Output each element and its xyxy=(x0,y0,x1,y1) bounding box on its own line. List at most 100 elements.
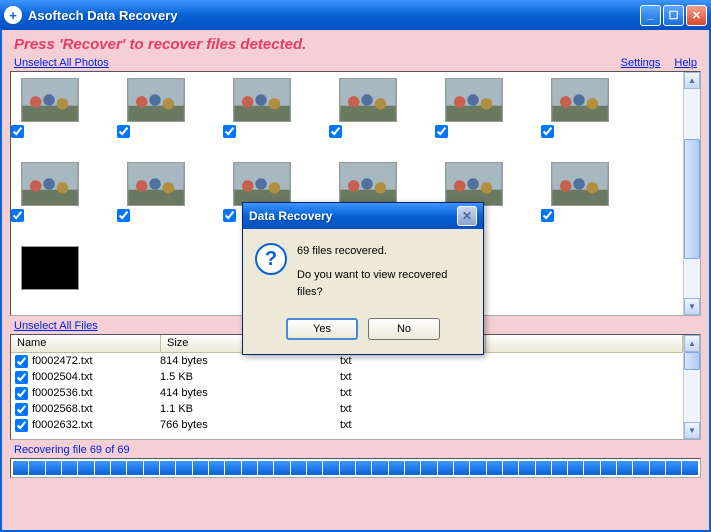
progress-bar xyxy=(10,458,701,478)
no-button[interactable]: No xyxy=(368,318,440,340)
scroll-up-button[interactable]: ▲ xyxy=(684,72,700,89)
progress-segment xyxy=(568,461,583,475)
progress-segment xyxy=(536,461,551,475)
file-size: 766 bytes xyxy=(160,419,340,431)
progress-segment xyxy=(13,461,28,475)
progress-segment xyxy=(552,461,567,475)
photo-thumbnail[interactable] xyxy=(551,162,609,206)
photo-thumbnail[interactable] xyxy=(21,162,79,206)
unselect-all-files-link[interactable]: Unselect All Files xyxy=(14,320,98,332)
column-name[interactable]: Name xyxy=(11,335,161,352)
progress-segment xyxy=(601,461,616,475)
progress-label: Recovering file 69 of 69 xyxy=(14,444,697,456)
progress-segment xyxy=(617,461,632,475)
photo-checkbox[interactable] xyxy=(329,125,342,138)
file-row[interactable]: f0002536.txt414 bytestxt xyxy=(11,385,683,401)
file-checkbox[interactable] xyxy=(15,403,28,416)
app-icon: + xyxy=(4,6,22,24)
file-extension: txt xyxy=(340,387,480,399)
progress-segment xyxy=(46,461,61,475)
photo-thumbnail[interactable] xyxy=(127,162,185,206)
file-name: f0002504.txt xyxy=(32,371,160,383)
progress-segment xyxy=(470,461,485,475)
progress-segment xyxy=(633,461,648,475)
dialog-titlebar: Data Recovery ✕ xyxy=(243,203,483,229)
progress-segment xyxy=(682,461,697,475)
progress-segment xyxy=(372,461,387,475)
files-scrollbar[interactable]: ▲ ▼ xyxy=(683,335,700,439)
progress-segment xyxy=(209,461,224,475)
progress-segment xyxy=(666,461,681,475)
photo-thumbnail[interactable] xyxy=(21,78,79,122)
photo-thumbnail[interactable] xyxy=(339,162,397,206)
titlebar: + Asoftech Data Recovery _ ☐ ✕ xyxy=(0,0,711,30)
help-link[interactable]: Help xyxy=(674,57,697,69)
file-extension: txt xyxy=(340,403,480,415)
progress-segment xyxy=(95,461,110,475)
instruction-text: Press 'Recover' to recover files detecte… xyxy=(14,36,697,53)
progress-segment xyxy=(242,461,257,475)
progress-segment xyxy=(144,461,159,475)
close-button[interactable]: ✕ xyxy=(686,5,707,26)
maximize-button[interactable]: ☐ xyxy=(663,5,684,26)
progress-segment xyxy=(274,461,289,475)
file-row[interactable]: f0002472.txt814 bytestxt xyxy=(11,353,683,369)
file-size: 1.1 KB xyxy=(160,403,340,415)
photo-checkbox[interactable] xyxy=(11,209,24,222)
photo-thumbnail[interactable] xyxy=(445,78,503,122)
progress-segment xyxy=(111,461,126,475)
photo-checkbox[interactable] xyxy=(117,125,130,138)
scroll-up-button[interactable]: ▲ xyxy=(684,335,700,352)
photo-checkbox[interactable] xyxy=(11,125,24,138)
photo-thumbnail[interactable] xyxy=(445,162,503,206)
photo-thumbnail[interactable] xyxy=(551,78,609,122)
file-checkbox[interactable] xyxy=(15,355,28,368)
minimize-button[interactable]: _ xyxy=(640,5,661,26)
file-checkbox[interactable] xyxy=(15,371,28,384)
photo-scrollbar[interactable]: ▲ ▼ xyxy=(683,72,700,315)
photo-checkbox[interactable] xyxy=(541,125,554,138)
yes-button[interactable]: Yes xyxy=(286,318,358,340)
scroll-thumb[interactable] xyxy=(684,352,700,370)
progress-segment xyxy=(340,461,355,475)
progress-segment xyxy=(193,461,208,475)
window-title: Asoftech Data Recovery xyxy=(28,8,640,23)
scroll-down-button[interactable]: ▼ xyxy=(684,422,700,439)
file-size: 414 bytes xyxy=(160,387,340,399)
photo-checkbox[interactable] xyxy=(117,209,130,222)
photo-checkbox[interactable] xyxy=(223,209,236,222)
progress-segment xyxy=(356,461,371,475)
dialog-close-button[interactable]: ✕ xyxy=(457,206,477,226)
file-checkbox[interactable] xyxy=(15,387,28,400)
progress-segment xyxy=(323,461,338,475)
progress-segment xyxy=(225,461,240,475)
progress-segment xyxy=(438,461,453,475)
file-row[interactable]: f0002568.txt1.1 KBtxt xyxy=(11,401,683,417)
progress-segment xyxy=(487,461,502,475)
file-size: 1.5 KB xyxy=(160,371,340,383)
progress-segment xyxy=(127,461,142,475)
file-name: f0002632.txt xyxy=(32,419,160,431)
settings-link[interactable]: Settings xyxy=(621,57,661,69)
file-name: f0002536.txt xyxy=(32,387,160,399)
photo-thumbnail[interactable] xyxy=(233,78,291,122)
photo-thumbnail[interactable] xyxy=(233,162,291,206)
scroll-thumb[interactable] xyxy=(684,139,700,259)
file-checkbox[interactable] xyxy=(15,419,28,432)
dialog-message-2: Do you want to view recovered files? xyxy=(297,267,471,302)
file-row[interactable]: f0002632.txt766 bytestxt xyxy=(11,417,683,433)
progress-segment xyxy=(454,461,469,475)
photo-checkbox[interactable] xyxy=(223,125,236,138)
photo-thumbnail[interactable] xyxy=(127,78,185,122)
dialog-message-1: 69 files recovered. xyxy=(297,243,471,261)
photo-checkbox[interactable] xyxy=(541,209,554,222)
file-row[interactable]: f0002504.txt1.5 KBtxt xyxy=(11,369,683,385)
progress-segment xyxy=(503,461,518,475)
photo-thumbnail[interactable] xyxy=(21,246,79,290)
photo-thumbnail[interactable] xyxy=(339,78,397,122)
progress-segment xyxy=(307,461,322,475)
file-extension: txt xyxy=(340,355,480,367)
scroll-down-button[interactable]: ▼ xyxy=(684,298,700,315)
unselect-all-photos-link[interactable]: Unselect All Photos xyxy=(14,57,109,69)
photo-checkbox[interactable] xyxy=(435,125,448,138)
